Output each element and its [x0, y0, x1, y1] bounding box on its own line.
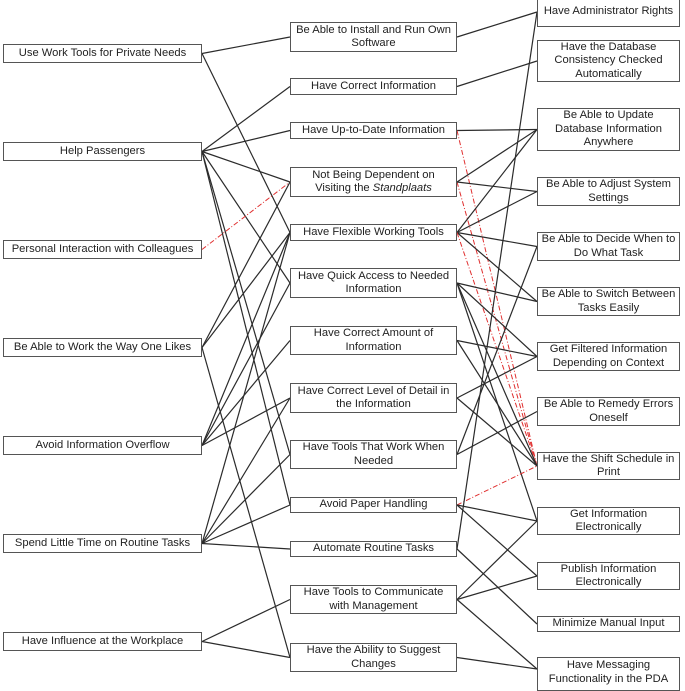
node-label: Have the Ability to Suggest Changes — [306, 644, 441, 670]
edge-M10-R0 — [456, 11, 538, 550]
node-R9: Get Information Electronically — [537, 507, 680, 535]
node-label: Have the Database Consistency Checked Au… — [554, 40, 663, 80]
node-R12: Have Messaging Functionality in the PDA — [537, 657, 680, 691]
node-label: Have Messaging Functionality in the PDA — [548, 659, 669, 685]
edge-M4-R5 — [456, 232, 538, 302]
node-M7: Have Correct Level of Detail in the Info… — [290, 383, 457, 413]
edge-L5-M9 — [201, 504, 291, 545]
edge-L5-M10 — [201, 542, 291, 550]
node-label: Spend Little Time on Routine Tasks — [14, 536, 191, 549]
node-label: Get Information Electronically — [569, 507, 648, 534]
node-label: Publish Information Electronically — [560, 562, 657, 589]
node-label: Not Being Dependent on Visiting the Stan… — [294, 169, 453, 196]
node-M12: Have the Ability to Suggest Changes — [290, 643, 457, 672]
node-R7: Be Able to Remedy Errors Oneself — [537, 397, 680, 426]
node-M9: Avoid Paper Handling — [290, 497, 457, 513]
node-label: Be Able to Adjust System Settings — [546, 178, 671, 204]
node-label: Be Able to Switch Between Tasks Easily — [541, 288, 676, 314]
node-label: Have Tools to Communicate with Managemen… — [303, 586, 444, 612]
node-label: Be Able to Update Database Information A… — [555, 109, 662, 149]
node-R2: Be Able to Update Database Information A… — [537, 108, 680, 151]
node-label: Be Able to Remedy Errors Oneself — [543, 398, 674, 424]
node-M8: Have Tools That Work When Needed — [290, 440, 457, 469]
node-label: Help Passengers — [59, 144, 146, 157]
edge-L2-M3 — [201, 181, 291, 250]
node-label: Have Correct Information — [311, 79, 436, 92]
edge-L5-M4 — [201, 232, 291, 544]
node-L3: Be Able to Work the Way One Likes — [3, 338, 202, 357]
node-M6: Have Correct Amount of Information — [290, 326, 457, 355]
node-R5: Be Able to Switch Between Tasks Easily — [537, 287, 680, 316]
node-label-italic: Standplaats — [372, 182, 432, 194]
edge-L1-M3 — [201, 150, 291, 183]
node-L5: Spend Little Time on Routine Tasks — [3, 534, 202, 553]
edge-L3-M12 — [201, 347, 291, 658]
edge-M7-R6 — [456, 355, 538, 399]
edge-M5-R8 — [456, 282, 538, 467]
node-M2: Have Up-to-Date Information — [290, 122, 457, 139]
node-label: Be Able to Install and Run Own Software — [296, 23, 451, 50]
edge-M11-R12 — [456, 599, 538, 670]
edge-M9-R9 — [456, 504, 538, 522]
node-label: Have Up-to-Date Information — [301, 123, 445, 136]
node-L4: Avoid Information Overflow — [3, 436, 202, 455]
means-end-diagram: Use Work Tools for Private Needs Help Pa… — [0, 0, 685, 691]
node-label: Have the Shift Schedule in Print — [542, 452, 675, 479]
node-L2: Personal Interaction with Colleagues — [3, 240, 202, 259]
node-M1: Have Correct Information — [290, 78, 457, 95]
node-label: Personal Interaction with Colleagues — [11, 242, 194, 255]
edge-L5-M7 — [201, 397, 291, 544]
node-label: Avoid Information Overflow — [35, 438, 170, 451]
edge-L1-M2 — [201, 129, 291, 153]
node-label: Have Quick Access to Needed Information — [297, 269, 450, 296]
node-M0: Be Able to Install and Run Own Software — [290, 22, 457, 52]
edge-M2-R2 — [456, 128, 538, 132]
node-label: Minimize Manual Input — [552, 617, 665, 630]
edge-M4-R4 — [456, 231, 538, 248]
node-label: Have Administrator Rights — [543, 4, 674, 17]
node-R0: Have Administrator Rights — [537, 0, 680, 27]
edge-L6-M11 — [201, 598, 291, 643]
node-label: Be Able to Decide When to Do What Task — [541, 233, 676, 259]
node-label: Avoid Paper Handling — [319, 498, 428, 511]
node-L0: Use Work Tools for Private Needs — [3, 44, 202, 63]
node-L1: Help Passengers — [3, 142, 202, 161]
node-label: Get Filtered Information Depending on Co… — [549, 343, 668, 369]
node-label: Have Flexible Working Tools — [303, 225, 444, 238]
edge-L1-M8 — [201, 151, 291, 455]
node-label: Have Correct Amount of Information — [313, 327, 434, 353]
node-label: Have Influence at the Workplace — [21, 634, 184, 647]
node-label: Automate Routine Tasks — [312, 542, 435, 555]
node-label: Have Correct Level of Detail in the Info… — [297, 384, 450, 411]
edge-M0-R0 — [456, 11, 538, 38]
edge-L0-M0 — [201, 36, 291, 55]
edge-M9-R10 — [456, 504, 538, 577]
node-M4: Have Flexible Working Tools — [290, 224, 457, 241]
node-M5: Have Quick Access to Needed Information — [290, 268, 457, 298]
node-R1: Have the Database Consistency Checked Au… — [537, 40, 680, 82]
node-M10: Automate Routine Tasks — [290, 541, 457, 557]
edge-M4-R3 — [456, 190, 538, 234]
node-M3: Not Being Dependent on Visiting the Stan… — [290, 167, 457, 197]
node-R10: Publish Information Electronically — [537, 562, 680, 590]
node-label: Be Able to Work the Way One Likes — [13, 340, 192, 353]
edge-L6-M12 — [201, 640, 291, 659]
edge-M1-R1 — [456, 60, 538, 88]
node-label: Have Tools That Work When Needed — [302, 441, 445, 467]
node-R11: Minimize Manual Input — [537, 616, 680, 632]
edge-M3-R2 — [456, 128, 538, 183]
edge-M6-R8 — [456, 340, 538, 467]
node-M11: Have Tools to Communicate with Managemen… — [290, 585, 457, 614]
edge-M3-R3 — [456, 181, 538, 193]
node-R4: Be Able to Decide When to Do What Task — [537, 232, 680, 261]
node-label: Use Work Tools for Private Needs — [18, 46, 187, 59]
node-L6: Have Influence at the Workplace — [3, 632, 202, 651]
node-R8: Have the Shift Schedule in Print — [537, 452, 680, 480]
edge-M6-R6 — [456, 339, 538, 358]
node-R6: Get Filtered Information Depending on Co… — [537, 342, 680, 371]
node-R3: Be Able to Adjust System Settings — [537, 177, 680, 206]
